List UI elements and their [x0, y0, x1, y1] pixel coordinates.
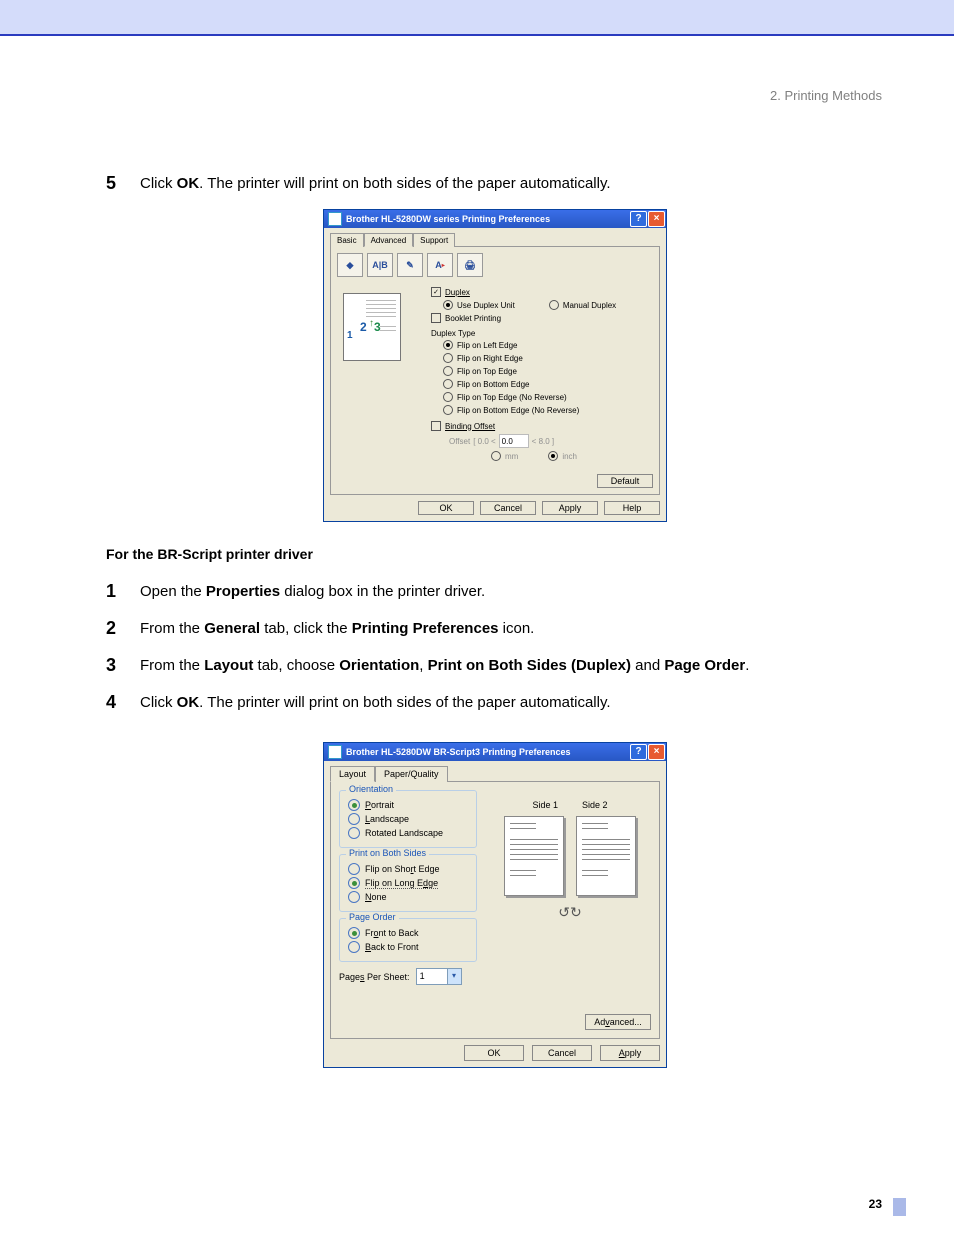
icon-watermark[interactable]: ✎	[397, 253, 423, 277]
tab-basic[interactable]: Basic	[330, 233, 364, 247]
none-radio[interactable]	[348, 891, 360, 903]
preview-side1	[504, 816, 564, 896]
duplex-type-label: Flip on Right Edge	[457, 354, 523, 363]
group-page-order: Page Order Front to Back Back to Front	[339, 918, 477, 962]
step-text: Open the Properties dialog box in the pr…	[140, 580, 485, 603]
duplex-type-radio[interactable]	[443, 379, 453, 389]
close-icon[interactable]: ×	[648, 211, 665, 227]
default-button[interactable]: Default	[597, 474, 653, 488]
icon-device[interactable]: 🖨	[457, 253, 483, 277]
step-number: 2	[106, 617, 140, 640]
flip-long-radio[interactable]	[348, 877, 360, 889]
landscape-radio[interactable]	[348, 813, 360, 825]
app-icon	[328, 212, 342, 226]
titlebar: Brother HL-5280DW BR-Script3 Printing Pr…	[324, 743, 666, 761]
manual-duplex-radio[interactable]	[549, 300, 559, 310]
duplex-type-radio[interactable]	[443, 366, 453, 376]
step-text: From the General tab, click the Printing…	[140, 617, 534, 640]
duplex-type-radio[interactable]	[443, 405, 453, 415]
step-text: Click OK. The printer will print on both…	[140, 691, 611, 714]
rotated-landscape-radio[interactable]	[348, 827, 360, 839]
offset-input[interactable]	[499, 434, 529, 448]
apply-button[interactable]: Apply	[600, 1045, 660, 1061]
duplex-type-label: Flip on Top Edge	[457, 367, 517, 376]
advanced-icon-row: ◆ A|B ✎ A▸ 🖨	[337, 253, 653, 277]
booklet-checkbox[interactable]	[431, 313, 441, 323]
dialog-printing-preferences: Brother HL-5280DW series Printing Prefer…	[323, 209, 667, 522]
group-both-sides: Print on Both Sides Flip on Short Edge F…	[339, 854, 477, 912]
duplex-type-label: Flip on Top Edge (No Reverse)	[457, 393, 567, 402]
close-icon[interactable]: ×	[648, 744, 665, 760]
top-banner	[0, 0, 954, 36]
dialog-title: Brother HL-5280DW series Printing Prefer…	[346, 214, 630, 224]
use-duplex-unit-radio[interactable]	[443, 300, 453, 310]
back-to-front-radio[interactable]	[348, 941, 360, 953]
binding-offset-checkbox[interactable]	[431, 421, 441, 431]
chevron-down-icon[interactable]: ▾	[447, 969, 461, 984]
subheading: For the BR-Script printer driver	[106, 546, 884, 562]
step-text: From the Layout tab, choose Orientation,…	[140, 654, 749, 677]
preview-side2	[576, 816, 636, 896]
duplex-type-radio[interactable]	[443, 340, 453, 350]
cancel-button[interactable]: Cancel	[532, 1045, 592, 1061]
unit-mm-radio[interactable]	[491, 451, 501, 461]
flip-arrow-icon: ↺↻	[558, 904, 581, 921]
tab-paper-quality[interactable]: Paper/Quality	[375, 766, 448, 782]
tab-layout[interactable]: Layout	[330, 766, 375, 782]
app-icon	[328, 745, 342, 759]
help-icon[interactable]: ?	[630, 211, 647, 227]
step-text: Click OK. The printer will print on both…	[140, 172, 611, 195]
icon-duplex[interactable]: A|B	[367, 253, 393, 277]
cancel-button[interactable]: Cancel	[480, 501, 536, 515]
apply-button[interactable]: Apply	[542, 501, 598, 515]
duplex-preview: 1 2 ↑ 3	[343, 293, 401, 361]
layout-preview: Side 1 Side 2	[489, 790, 651, 985]
icon-quality[interactable]: ◆	[337, 253, 363, 277]
duplex-type-label: Flip on Bottom Edge (No Reverse)	[457, 406, 579, 415]
unit-inch-radio[interactable]	[548, 451, 558, 461]
tab-support[interactable]: Support	[413, 233, 455, 247]
ok-button[interactable]: OK	[464, 1045, 524, 1061]
step-number: 3	[106, 654, 140, 677]
ok-button[interactable]: OK	[418, 501, 474, 515]
advanced-button[interactable]: Advanced...	[585, 1014, 651, 1030]
dialog-title: Brother HL-5280DW BR-Script3 Printing Pr…	[346, 747, 630, 757]
group-orientation: Orientation Portrait Landscape Rotated L…	[339, 790, 477, 848]
duplex-type-radio[interactable]	[443, 392, 453, 402]
portrait-radio[interactable]	[348, 799, 360, 811]
titlebar: Brother HL-5280DW series Printing Prefer…	[324, 210, 666, 228]
page-number: 23	[869, 1197, 882, 1211]
page-indicator	[893, 1198, 906, 1216]
duplex-type-label: Flip on Bottom Edge	[457, 380, 529, 389]
tabstrip: Basic Advanced Support	[330, 232, 660, 246]
icon-page-setting[interactable]: A▸	[427, 253, 453, 277]
step-number: 4	[106, 691, 140, 714]
flip-short-radio[interactable]	[348, 863, 360, 875]
help-button[interactable]: Help	[604, 501, 660, 515]
duplex-checkbox[interactable]	[431, 287, 441, 297]
tab-advanced[interactable]: Advanced	[364, 233, 414, 247]
portrait-label: ortrait	[371, 800, 394, 810]
offset-row: Offset [ 0.0 < < 8.0 ]	[449, 434, 653, 448]
dialog-brscript-preferences: Brother HL-5280DW BR-Script3 Printing Pr…	[323, 742, 667, 1068]
step-number: 1	[106, 580, 140, 603]
help-icon[interactable]: ?	[630, 744, 647, 760]
chapter-header: 2. Printing Methods	[770, 88, 882, 103]
pages-per-sheet-combo[interactable]: 1 ▾	[416, 968, 462, 985]
step-number: 5	[106, 172, 140, 195]
duplex-type-radio[interactable]	[443, 353, 453, 363]
front-to-back-radio[interactable]	[348, 927, 360, 939]
tabstrip: Layout Paper/Quality	[330, 765, 660, 781]
duplex-type-label: Flip on Left Edge	[457, 341, 517, 350]
